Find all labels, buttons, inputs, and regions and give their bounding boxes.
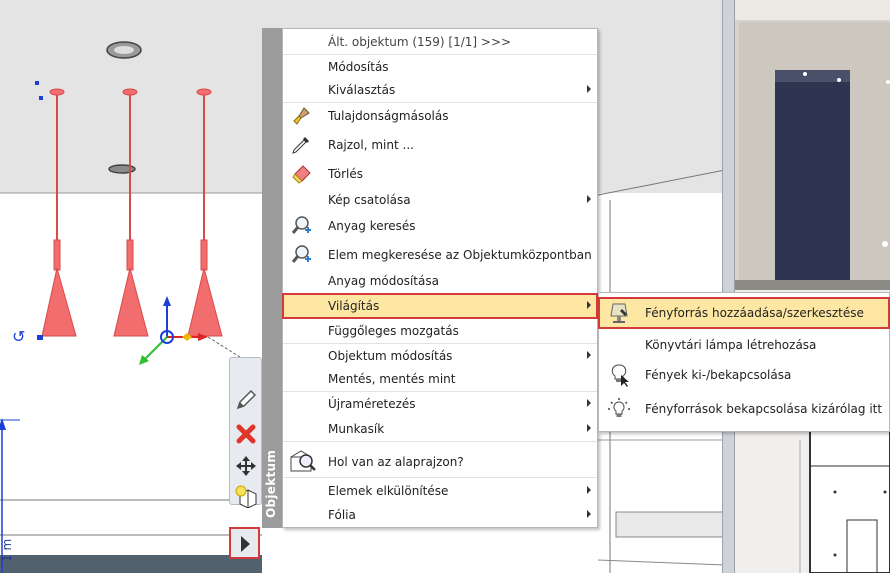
menu-item-label: Mentés, mentés mint	[328, 372, 456, 386]
menu-item-kivalasztas[interactable]: Kiválasztás	[283, 79, 597, 101]
light-object-icon[interactable]	[234, 484, 258, 509]
menu-item-label: Hol van az alaprajzon?	[328, 455, 464, 469]
menu-item-vilagitas[interactable]: Világítás	[282, 293, 598, 319]
eyedropper-icon	[290, 134, 312, 156]
delete-x-icon[interactable]	[234, 422, 258, 446]
render-preview-image	[735, 0, 890, 573]
menu-item-label: Módosítás	[328, 60, 389, 74]
menu-item-label: Világítás	[328, 299, 380, 313]
submenu-arrow-icon	[587, 399, 591, 407]
submenu-item-label: Könyvtári lámpa létrehozása	[645, 338, 817, 352]
menu-item-ujrameretezes[interactable]: Újraméretezés	[283, 393, 597, 415]
menu-item-label: Kiválasztás	[328, 83, 396, 97]
lamp-edit-icon	[607, 301, 631, 325]
menu-header-label: Ált. objektum (159) [1/1] >>>	[328, 35, 512, 49]
expand-menu-button[interactable]	[229, 527, 260, 559]
submenu-arrow-icon	[587, 486, 591, 494]
plan-search-icon	[288, 447, 318, 477]
submenu-arrow-icon	[587, 351, 591, 359]
menu-header-object-info[interactable]: Ált. objektum (159) [1/1] >>>	[283, 31, 597, 53]
menu-item-label: Rajzol, mint ...	[328, 138, 414, 152]
menu-item-label: Munkasík	[328, 422, 385, 436]
scale-label: 1 m	[0, 528, 16, 568]
menu-separator	[283, 102, 597, 103]
bulb-cursor-icon	[607, 363, 631, 387]
menu-item-munkasik[interactable]: Munkasík	[283, 418, 597, 440]
menu-item-torles[interactable]: Törlés	[283, 163, 597, 185]
submenu-item-create-library-lamp[interactable]: Könyvtári lámpa létrehozása	[599, 330, 889, 360]
submenu-arrow-icon	[587, 424, 591, 432]
menu-item-label: Tulajdonságmásolás	[328, 109, 449, 123]
submenu-arrow-icon	[587, 510, 591, 518]
menu-item-rajzol-mint[interactable]: Rajzol, mint ...	[283, 134, 597, 156]
play-triangle-icon	[241, 536, 250, 552]
menu-item-hol-van[interactable]: Hol van az alaprajzon?	[283, 445, 597, 479]
menu-separator	[283, 441, 597, 442]
brush-icon	[290, 105, 312, 127]
menu-separator	[283, 477, 597, 478]
svg-text:↺: ↺	[12, 327, 25, 346]
submenu-item-label: Fények ki-/bekapcsolása	[645, 368, 792, 382]
submenu-arrow-icon	[587, 195, 591, 203]
submenu-item-add-light-source[interactable]: Fényforrás hozzáadása/szerkesztése	[598, 297, 890, 329]
scale-label-text: 1 m	[0, 538, 14, 562]
menu-item-label: Anyag keresés	[328, 219, 416, 233]
submenu-item-toggle-lights[interactable]: Fények ki-/bekapcsolása	[599, 360, 889, 390]
submenu-item-label: Fényforrások bekapcsolása kizárólag itt	[645, 402, 883, 416]
menu-item-mentes[interactable]: Mentés, mentés mint	[283, 368, 597, 390]
menu-item-label: Újraméretezés	[328, 397, 416, 411]
menu-item-modositas[interactable]: Módosítás	[283, 56, 597, 78]
menu-separator	[283, 343, 597, 344]
panel-divider[interactable]	[722, 0, 735, 573]
lighting-submenu: Fényforrás hozzáadása/szerkesztése Könyv…	[598, 292, 890, 432]
edit-pencil-icon[interactable]	[234, 388, 258, 412]
submenu-item-label: Fényforrás hozzáadása/szerkesztése	[645, 306, 864, 320]
menu-item-fuggoleges-mozgatas[interactable]: Függőleges mozgatás	[283, 320, 597, 342]
menu-item-label: Anyag módosítása	[328, 274, 439, 288]
move-arrows-icon[interactable]	[234, 454, 258, 478]
menu-item-tulajdonsagmasolas[interactable]: Tulajdonságmásolás	[283, 105, 597, 127]
submenu-item-lights-only-here[interactable]: Fényforrások bekapcsolása kizárólag itt	[599, 394, 889, 424]
bulb-rays-icon	[607, 397, 631, 421]
menu-item-anyag-modositasa[interactable]: Anyag módosítása	[283, 270, 597, 292]
menu-item-label: Kép csatolása	[328, 193, 411, 207]
submenu-arrow-icon	[587, 301, 591, 309]
submenu-arrow-icon	[587, 85, 591, 93]
side-label-text: Objektum	[264, 449, 278, 518]
menu-separator	[283, 54, 597, 55]
menu-item-label: Objektum módosítás	[328, 349, 453, 363]
menu-item-objektum-modositas[interactable]: Objektum módosítás	[283, 345, 597, 367]
menu-item-label: Elem megkeresése az Objektumközpontban	[328, 248, 592, 262]
magnifier-plus-icon	[290, 244, 312, 266]
menu-item-label: Függőleges mozgatás	[328, 324, 459, 338]
render-preview-panel	[735, 0, 890, 573]
eraser-icon	[290, 163, 312, 185]
menu-item-anyag-kereses[interactable]: Anyag keresés	[283, 215, 597, 237]
context-menu: Ált. objektum (159) [1/1] >>> Módosítás …	[282, 28, 598, 528]
magnifier-plus-icon	[290, 215, 312, 237]
menu-item-elem-megkeresese[interactable]: Elem megkeresése az Objektumközpontban	[283, 244, 597, 266]
menu-item-folia[interactable]: Fólia	[283, 504, 597, 526]
menu-item-label: Törlés	[328, 167, 364, 181]
menu-item-label: Elemek elkülönítése	[328, 484, 449, 498]
menu-item-label: Fólia	[328, 508, 356, 522]
menu-separator	[283, 391, 597, 392]
object-toolbar	[229, 357, 262, 509]
context-menu-side-label: Objektum	[262, 448, 282, 520]
menu-item-kep-csatolasa[interactable]: Kép csatolása	[283, 189, 597, 211]
menu-item-elemek-elkulonitese[interactable]: Elemek elkülönítése	[283, 480, 597, 502]
